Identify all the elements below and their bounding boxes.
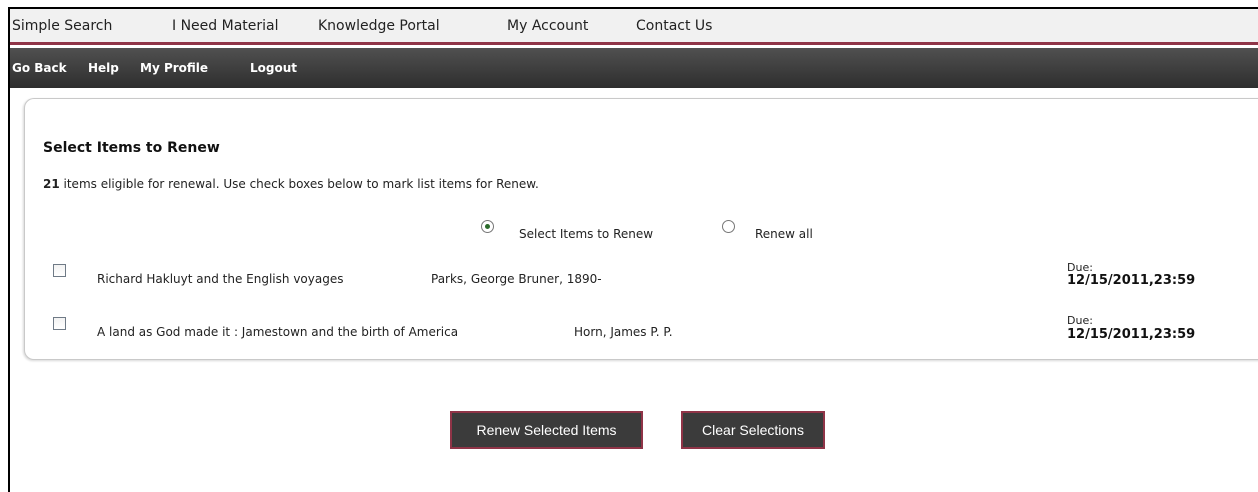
due-date-2: 12/15/2011,23:59	[1067, 327, 1196, 342]
my-profile-link[interactable]: My Profile	[140, 61, 208, 75]
due-date-1: 12/15/2011,23:59	[1067, 273, 1196, 288]
item-checkbox-1[interactable]	[53, 264, 66, 277]
item-checkbox-2[interactable]	[53, 317, 66, 330]
go-back-link[interactable]: Go Back	[12, 61, 67, 75]
item-author-2: Horn, James P. P.	[574, 325, 673, 339]
nav-i-need-material[interactable]: I Need Material	[172, 18, 279, 34]
eligible-summary: 21 items eligible for renewal. Use check…	[43, 177, 539, 191]
radio-select-items-label[interactable]: Select Items to Renew	[519, 227, 653, 241]
help-link[interactable]: Help	[88, 61, 119, 75]
due-label-2: Due:	[1067, 314, 1093, 327]
radio-renew-all[interactable]	[722, 220, 735, 233]
renew-selected-button[interactable]: Renew Selected Items	[450, 411, 643, 449]
radio-select-items[interactable]	[481, 220, 494, 233]
logout-link[interactable]: Logout	[250, 61, 297, 75]
nav-contact-us[interactable]: Contact Us	[636, 18, 712, 34]
nav-simple-search[interactable]: Simple Search	[12, 18, 112, 34]
eligible-text: items eligible for renewal. Use check bo…	[59, 177, 539, 191]
eligible-count: 21	[43, 177, 60, 191]
top-navigation: Simple Search I Need Material Knowledge …	[10, 9, 1258, 45]
nav-knowledge-portal[interactable]: Knowledge Portal	[318, 18, 440, 34]
item-author-1: Parks, George Bruner, 1890-	[431, 272, 602, 286]
sub-navigation: Go Back Help My Profile Logout	[10, 48, 1258, 88]
radio-renew-all-label[interactable]: Renew all	[755, 227, 813, 241]
item-title-1: Richard Hakluyt and the English voyages	[97, 272, 344, 286]
nav-my-account[interactable]: My Account	[507, 18, 588, 34]
page-title: Select Items to Renew	[43, 140, 220, 156]
radio-selected-dot	[485, 224, 490, 229]
clear-selections-button[interactable]: Clear Selections	[681, 411, 825, 449]
item-title-2: A land as God made it : Jamestown and th…	[97, 325, 459, 339]
